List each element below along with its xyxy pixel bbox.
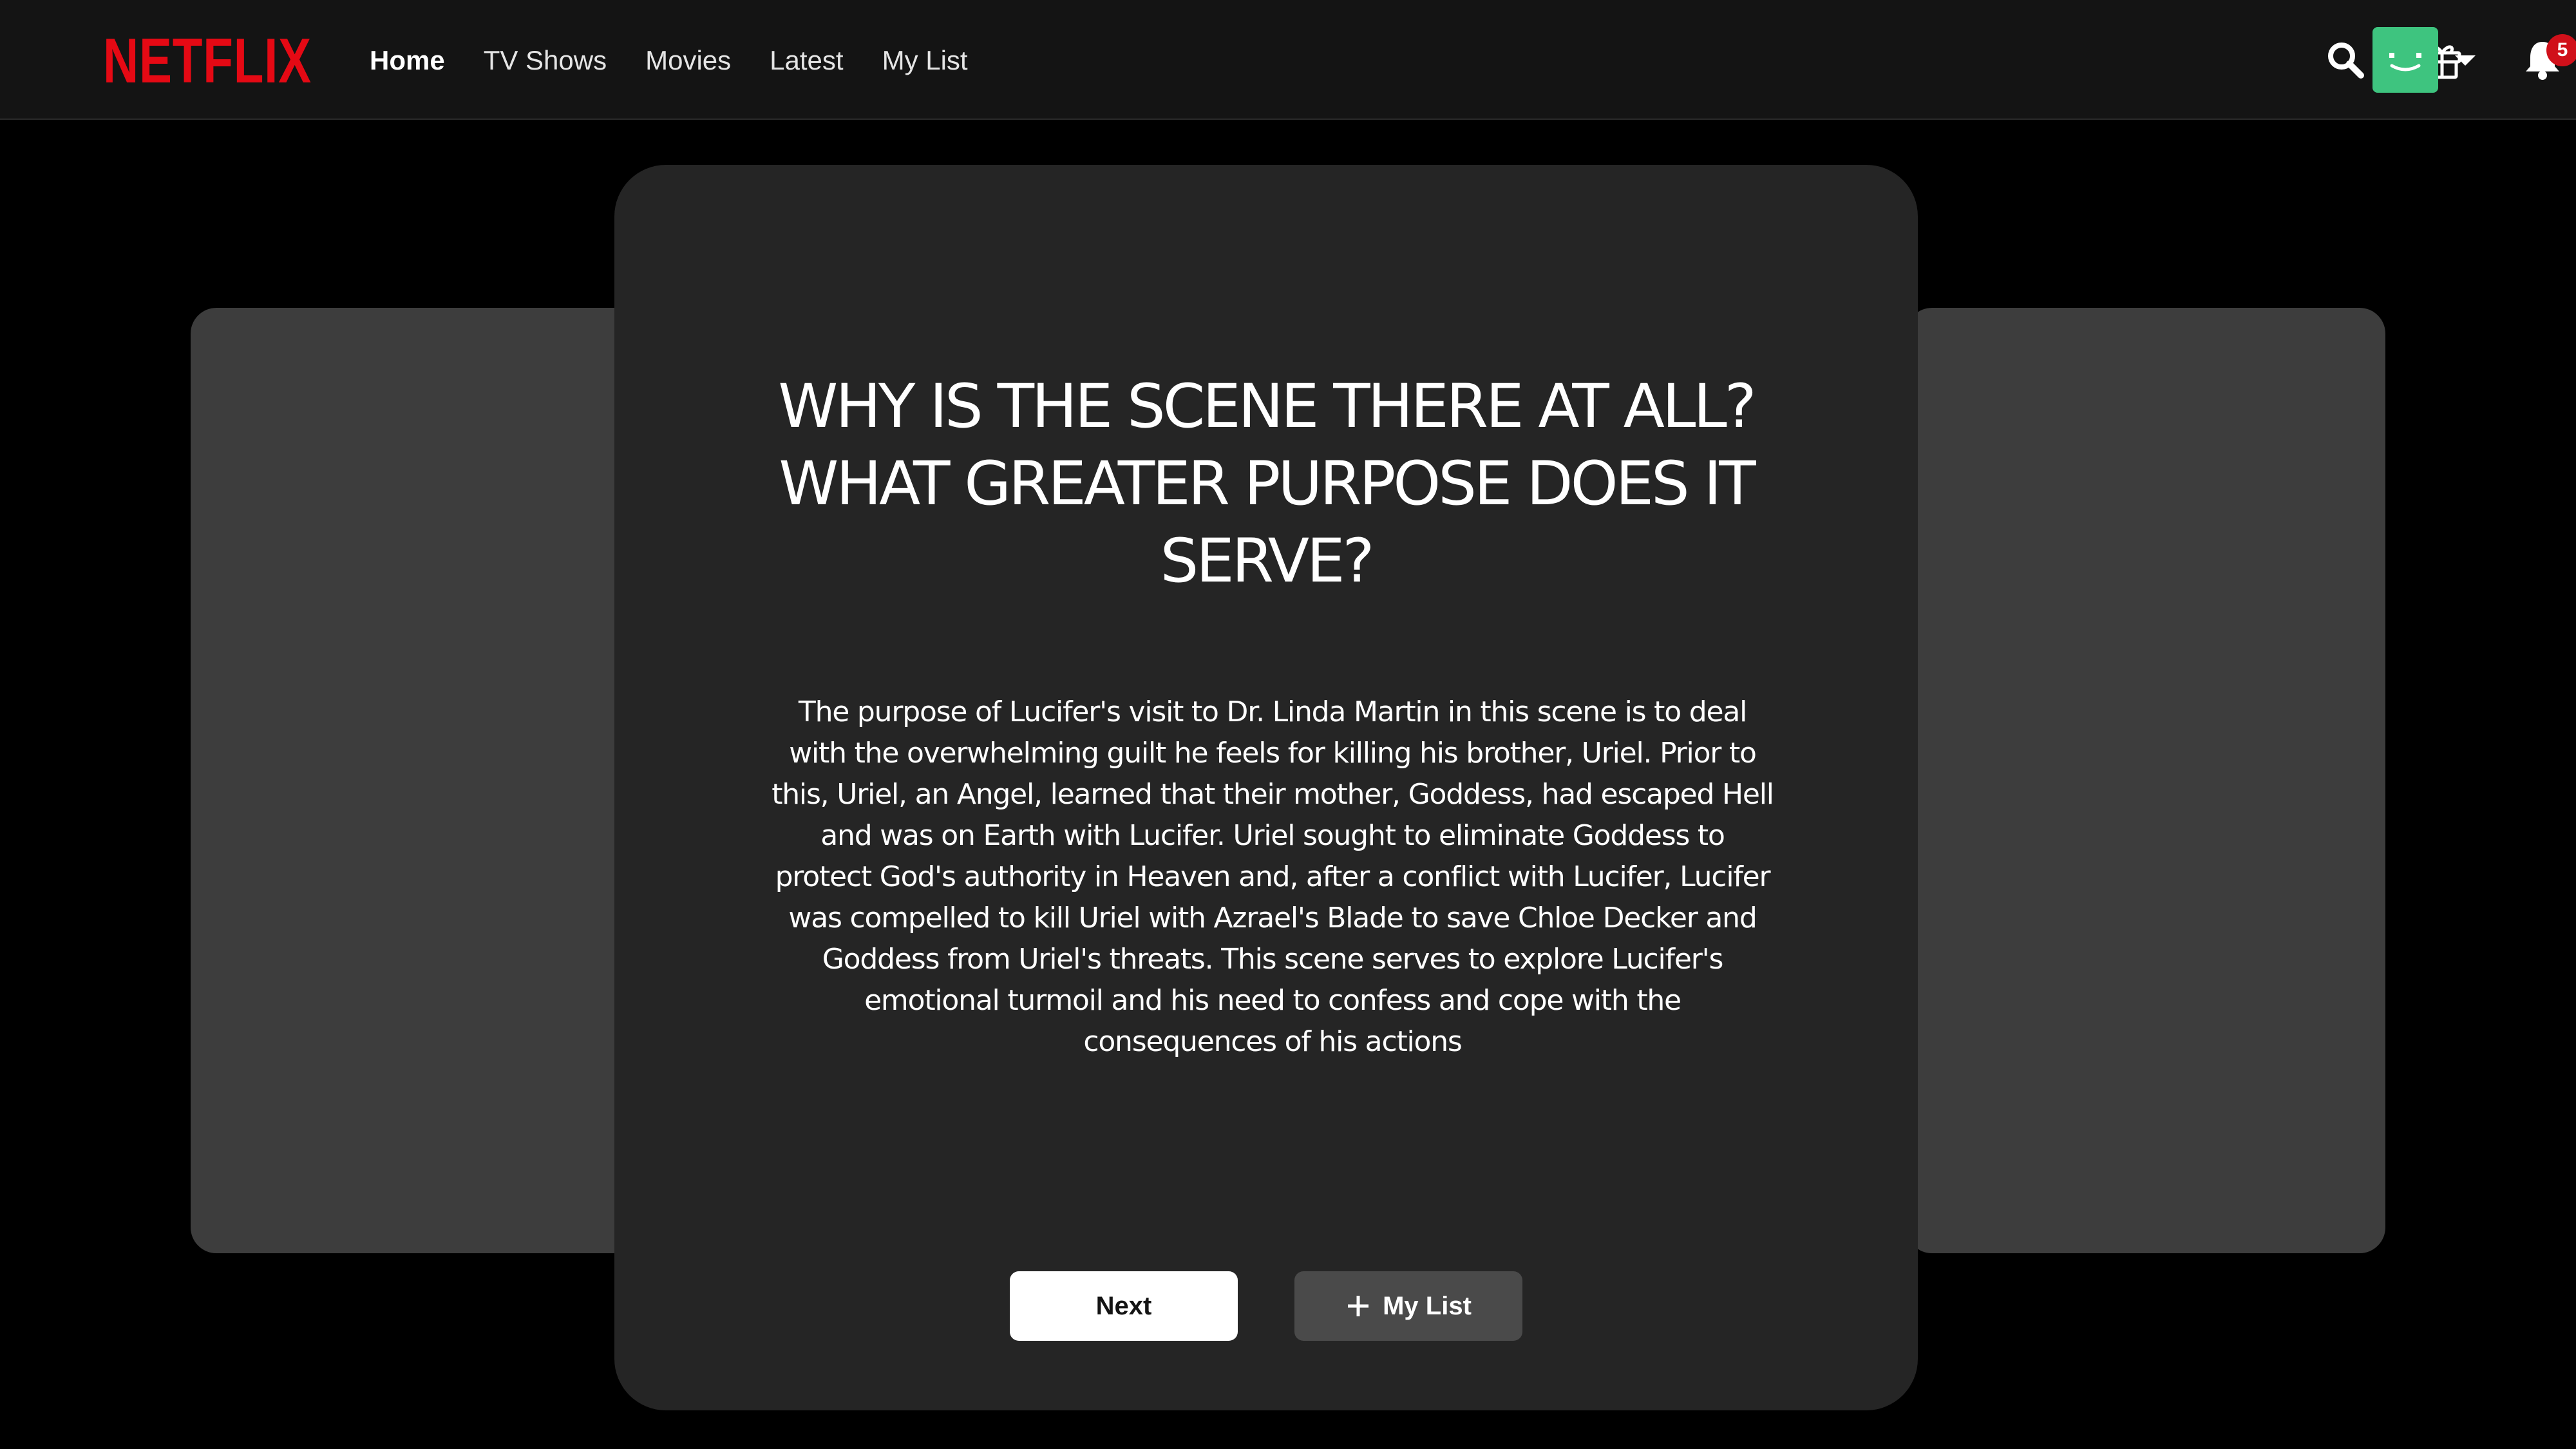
- profile-avatar[interactable]: [2372, 27, 2438, 93]
- add-to-my-list-button[interactable]: My List: [1294, 1271, 1522, 1341]
- search-icon: [2328, 43, 2364, 79]
- question-card: WHY IS THE SCENE THERE AT ALL? WHAT GREA…: [614, 165, 1918, 1410]
- my-list-button-label: My List: [1383, 1291, 1472, 1320]
- next-card-preview[interactable]: [1906, 308, 2385, 1253]
- page: NETFLIX Home TV Shows Movies Latest My L…: [0, 0, 2576, 1449]
- search-button[interactable]: [2320, 34, 2371, 86]
- netflix-logo[interactable]: NETFLIX: [103, 28, 312, 93]
- nav-link-latest[interactable]: Latest: [770, 45, 843, 76]
- previous-card-preview[interactable]: [191, 308, 654, 1253]
- top-navigation-bar: NETFLIX Home TV Shows Movies Latest My L…: [0, 0, 2576, 120]
- next-button-label: Next: [1095, 1291, 1152, 1320]
- plus-icon: [1348, 1296, 1369, 1316]
- nav-link-my-list[interactable]: My List: [882, 45, 968, 76]
- smiley-avatar-icon: [2389, 53, 2421, 71]
- notification-count-badge: 5: [2546, 34, 2576, 66]
- notifications-button[interactable]: 5: [2517, 34, 2576, 86]
- nav-link-home[interactable]: Home: [370, 45, 445, 76]
- card-title: WHY IS THE SCENE THERE AT ALL? WHAT GREA…: [778, 372, 1756, 596]
- primary-nav: Home TV Shows Movies Latest My List: [370, 41, 1007, 80]
- profile-menu-caret-icon[interactable]: [2455, 55, 2476, 66]
- nav-link-movies[interactable]: Movies: [645, 45, 731, 76]
- nav-link-tv-shows[interactable]: TV Shows: [484, 45, 607, 76]
- card-body: The purpose of Lucifer's visit to Dr. Li…: [772, 696, 1774, 1058]
- next-button[interactable]: Next: [1010, 1271, 1238, 1341]
